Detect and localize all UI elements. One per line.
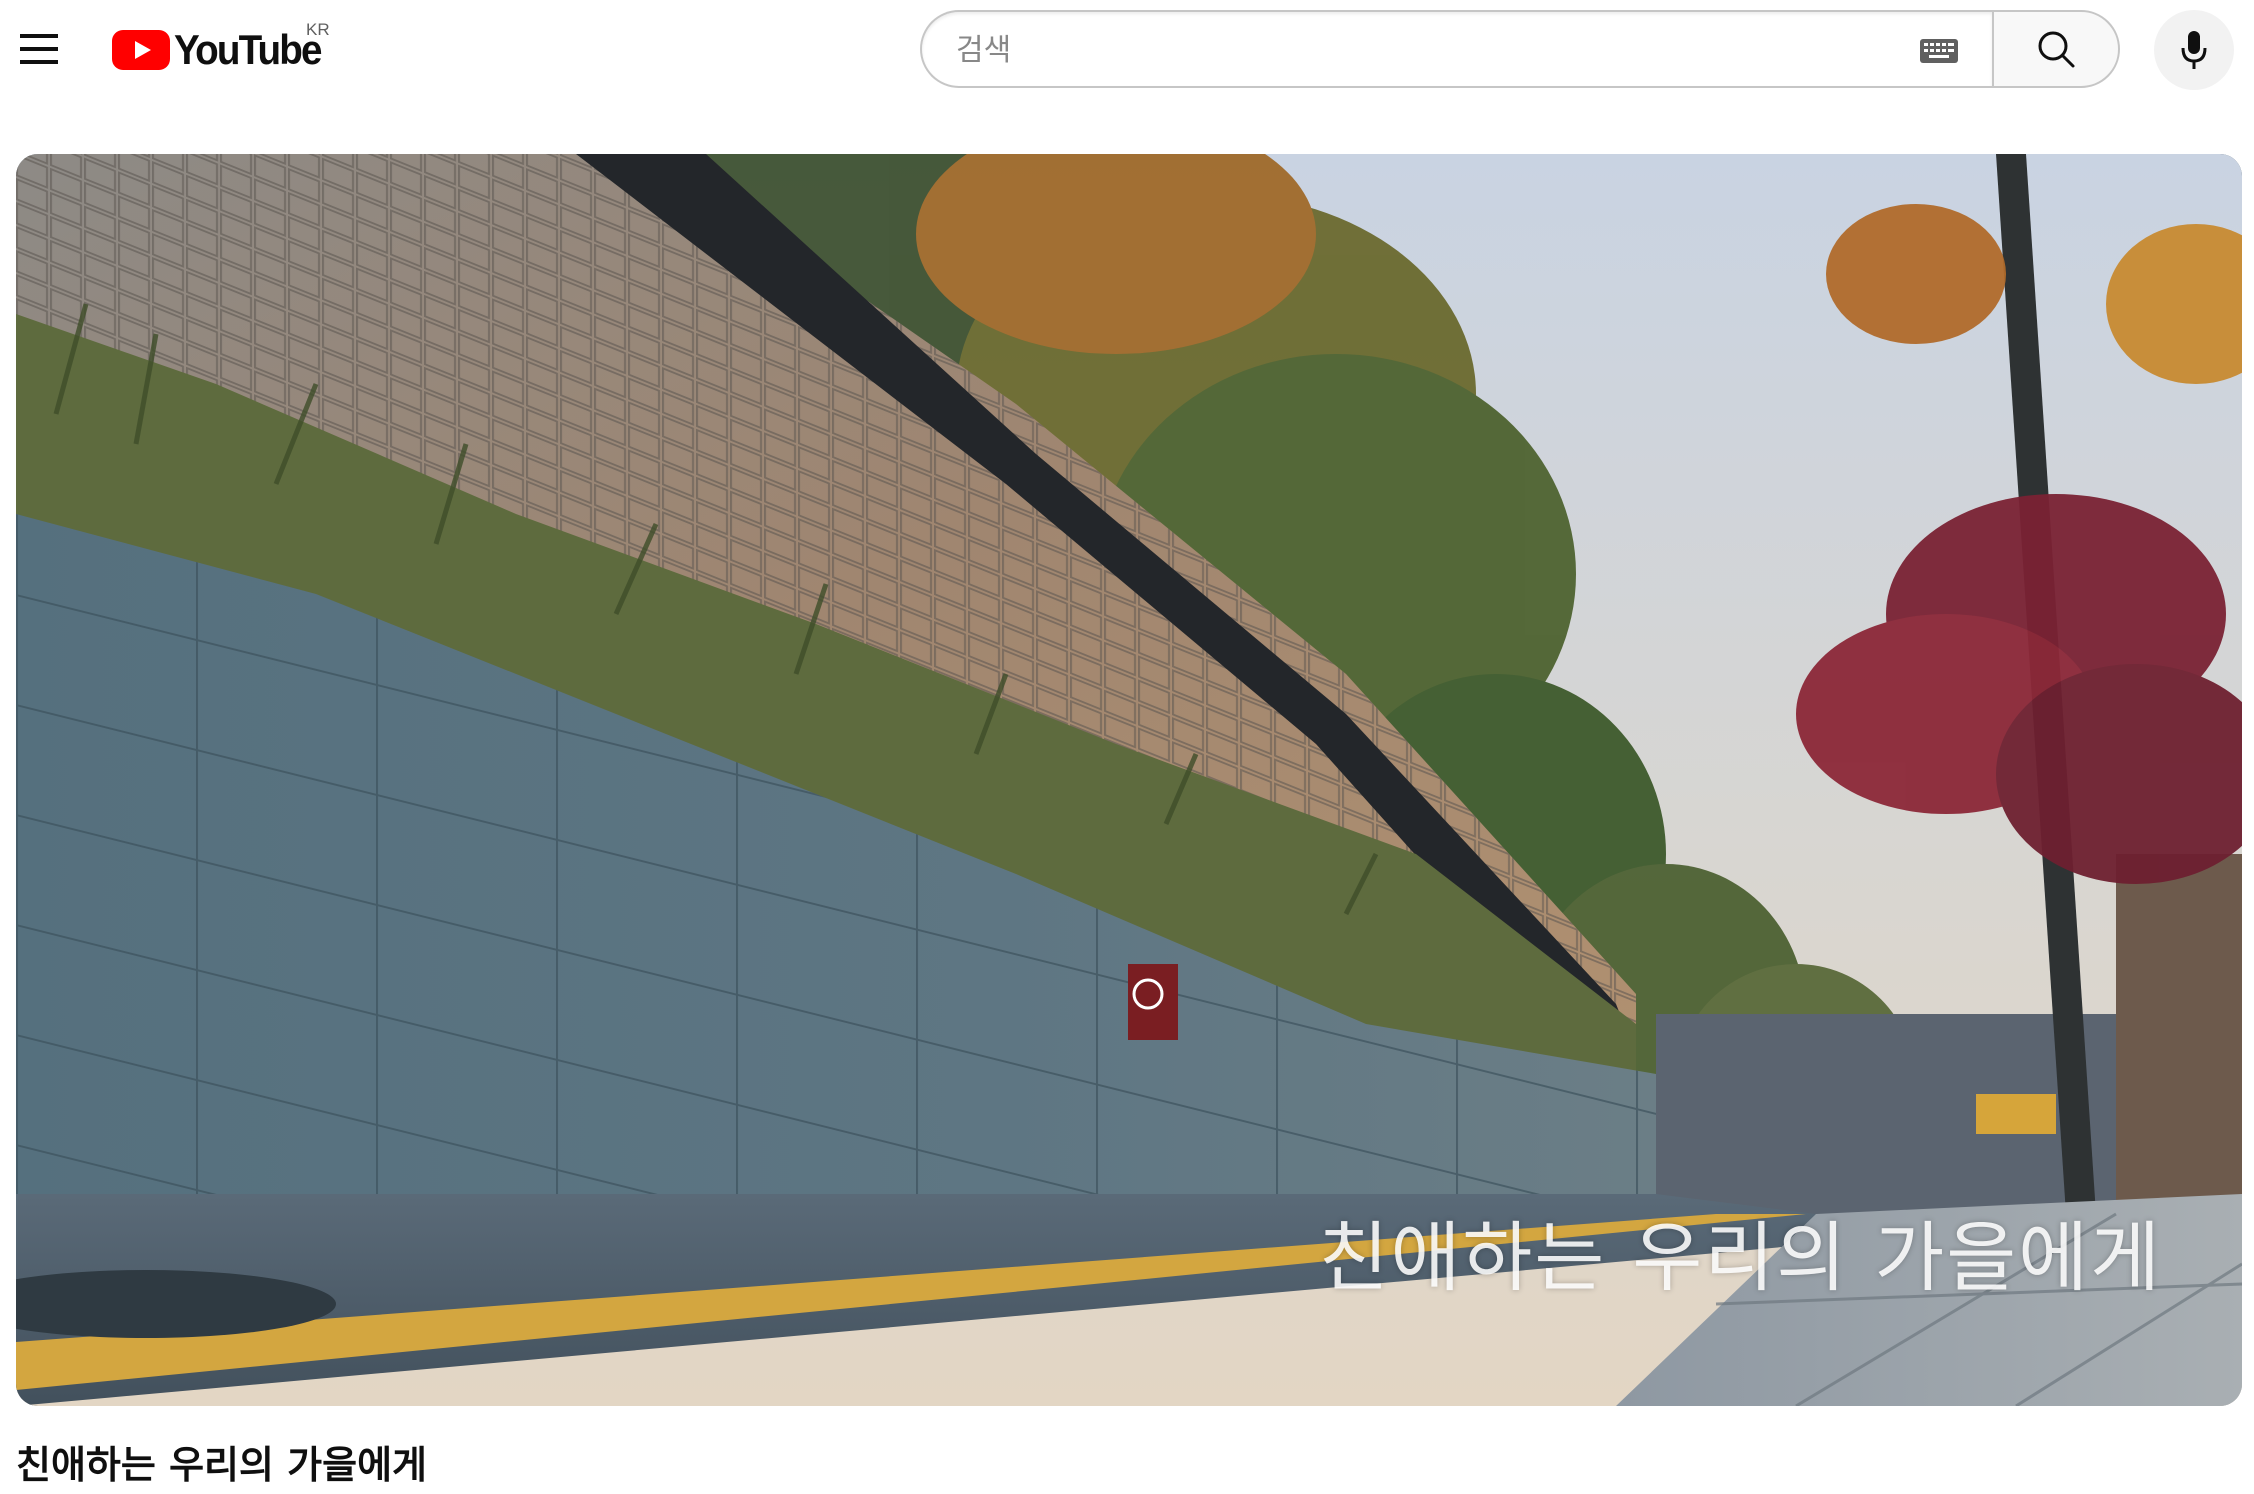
search-icon [2038,31,2075,68]
youtube-logo[interactable]: YouTube [112,22,333,78]
keyboard-icon[interactable] [1920,39,1958,63]
hamburger-menu-icon[interactable] [14,26,66,72]
video-overlay-caption: 친애하는 우리의 가을에게 [1318,1213,2162,1302]
voice-search-button[interactable] [2154,10,2234,90]
youtube-play-icon [112,30,170,70]
masthead: YouTube KR [0,0,2254,100]
video-title: 친애하는 우리의 가을에게 [16,1443,428,1487]
search-input[interactable] [954,12,1838,88]
search-button[interactable] [1992,10,2120,88]
video-player[interactable]: 친애하는 우리의 가을에게 [16,154,2242,1406]
microphone-icon [2181,31,2207,69]
logo-wordmark: YouTube [174,26,323,73]
country-code: KR [306,20,330,39]
search-box [920,10,1992,88]
youtube-watch-page: YouTube KR 검색 친애하는 우리의 가을에게 친애하는 우리의 가을에… [0,0,2254,1494]
